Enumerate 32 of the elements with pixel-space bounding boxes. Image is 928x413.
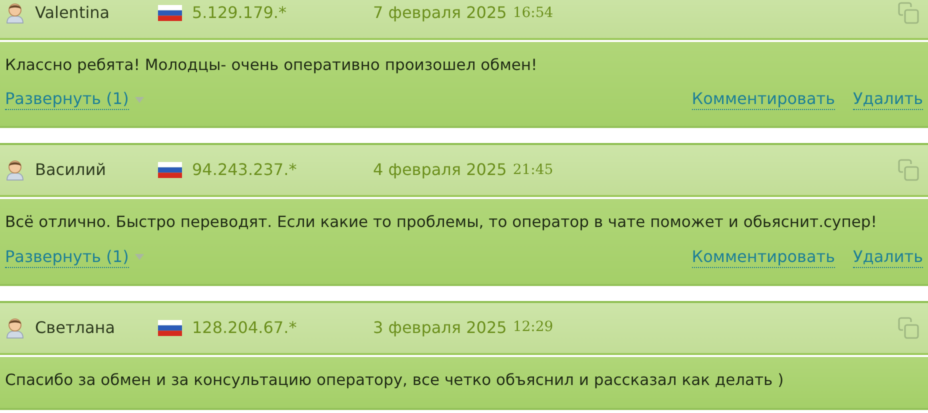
ip-address: 128.204.67.* <box>192 316 297 338</box>
action-link[interactable]: Комментировать <box>692 246 835 268</box>
flag-icon <box>158 320 182 336</box>
ip-address: 5.129.179.* <box>192 2 287 24</box>
review-date: 7 февраля 2025 <box>373 2 507 24</box>
flag-icon <box>158 5 182 21</box>
caret-icon <box>134 96 144 103</box>
review-time: 21:45 <box>512 160 554 180</box>
caret-icon <box>134 254 144 260</box>
review-text: Классно ребята! Молодцы- очень оперативно произошел обмен! <box>5 55 538 76</box>
user-avatar-icon <box>5 316 25 338</box>
review-text: Всё отлично. Быстро переводят. Если какие то проблемы, то оператор в чате поможет и обьяснит.супер! <box>5 212 878 234</box>
expand-link[interactable]: Развернуть (1) <box>5 89 129 110</box>
ip-address: 94.243.237.* <box>192 159 297 182</box>
expand-link[interactable]: Развернуть (1) <box>5 246 129 268</box>
review-text: Спасибо за обмен и за консультацию оператору, все четко объяснил и рассказал как делать ) <box>5 370 785 390</box>
author-name: Valentina <box>35 2 110 24</box>
flag-icon <box>158 162 182 178</box>
author-name: Василий <box>35 159 106 182</box>
action-link[interactable]: Удалить <box>853 89 923 110</box>
action-link[interactable]: Удалить <box>853 246 923 268</box>
review-time: 12:29 <box>512 318 554 337</box>
action-link[interactable]: Комментировать <box>692 89 835 110</box>
copy-icon[interactable] <box>898 2 920 24</box>
review-time: 16:54 <box>512 4 554 22</box>
user-avatar-icon <box>5 2 25 24</box>
review-date: 4 февраля 2025 <box>373 159 507 182</box>
copy-icon[interactable] <box>898 316 920 338</box>
review-date: 3 февраля 2025 <box>373 316 507 338</box>
user-avatar-icon <box>5 159 25 182</box>
author-name: Светлана <box>35 316 116 338</box>
copy-icon[interactable] <box>898 159 920 182</box>
